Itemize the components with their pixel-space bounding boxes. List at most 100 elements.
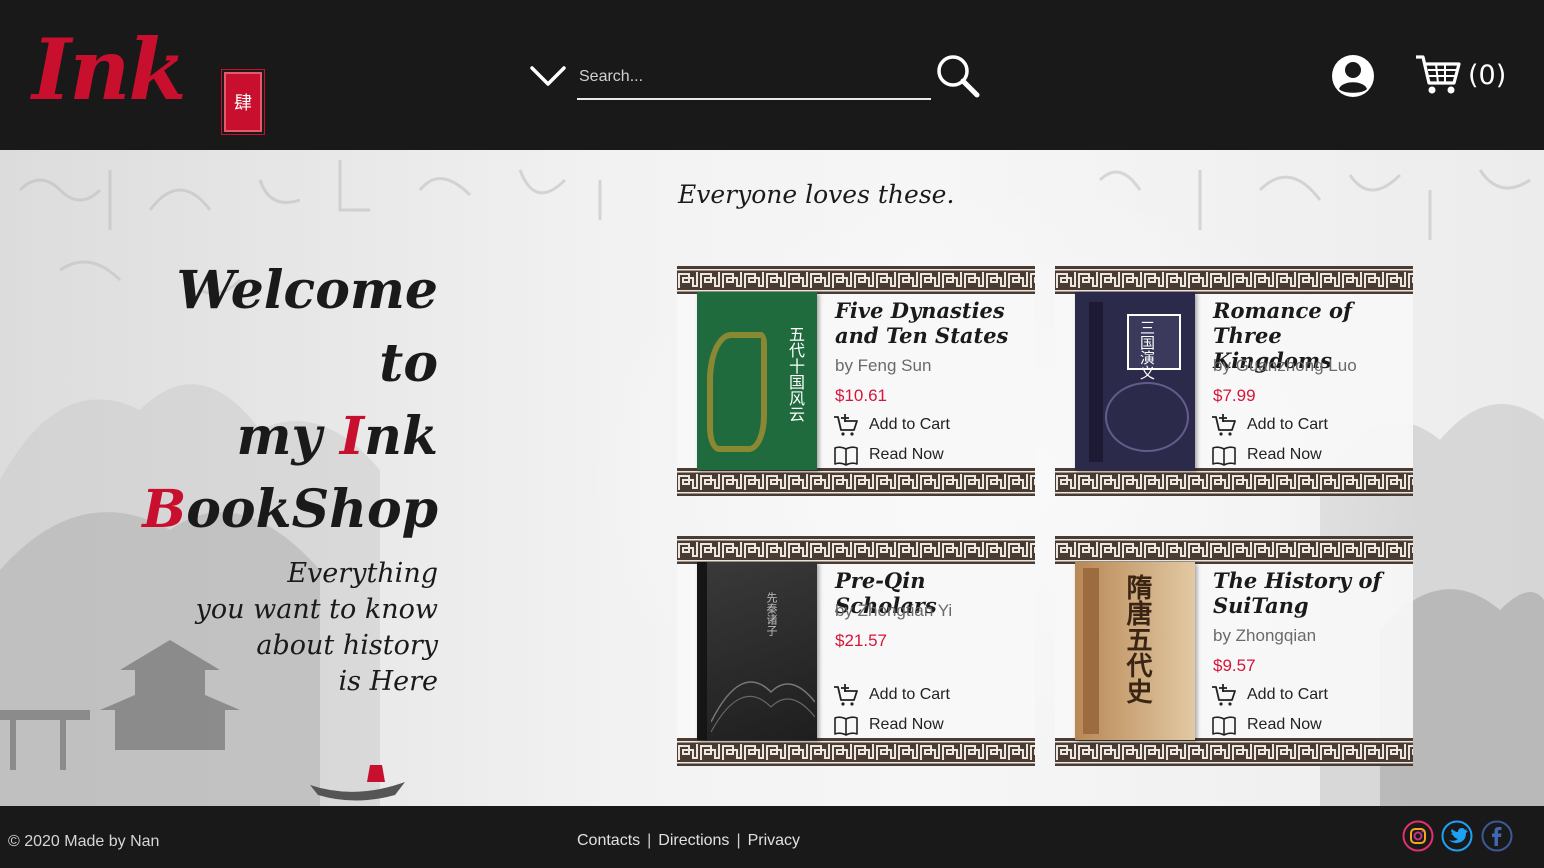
cover-spine [697, 562, 707, 740]
instagram-icon[interactable] [1402, 820, 1434, 852]
site-header: Ink 肆 (0) [0, 0, 1544, 150]
read-now-label: Read Now [1247, 716, 1322, 733]
add-to-cart-label: Add to Cart [869, 686, 950, 703]
read-now-button[interactable]: Read Now [1211, 714, 1322, 736]
book-card: 先秦诸子 Pre-Qin Scholars by Zhongtian Yi $2… [677, 536, 1035, 766]
book-title-line-1: The History of [1213, 568, 1382, 593]
cover-title: 隋唐五代史 [1122, 574, 1152, 704]
cover-spine [1089, 302, 1103, 462]
book-cover[interactable]: 五代十国风云 [697, 292, 817, 470]
read-now-label: Read Now [869, 716, 944, 733]
cover-art [707, 332, 767, 452]
twitter-icon[interactable] [1441, 820, 1473, 852]
tagline-line-4: is Here [338, 666, 438, 697]
featured-title: Everyone loves these. [678, 180, 955, 209]
footer-link-directions[interactable]: Directions [658, 832, 729, 850]
read-now-button[interactable]: Read Now [833, 444, 944, 466]
footer-link-contacts[interactable]: Contacts [577, 832, 640, 850]
book-price: $10.61 [835, 386, 887, 405]
add-to-cart-label: Add to Cart [869, 416, 950, 433]
tagline-line-1: Everything [287, 558, 438, 589]
site-logo[interactable]: Ink 肆 [30, 20, 270, 136]
footer-separator: | [647, 832, 652, 849]
book-open-icon [834, 716, 858, 736]
book-open-icon [834, 446, 858, 466]
book-author: by Zhongqian [1213, 626, 1317, 645]
search-input[interactable] [577, 56, 931, 100]
cover-art [1105, 382, 1189, 452]
add-cart-icon [834, 414, 858, 436]
book-author: by Feng Sun [835, 356, 932, 375]
logo-seal: 肆 [221, 69, 265, 135]
tagline-line-2: you want to know [195, 594, 438, 625]
cover-spine [1083, 568, 1099, 734]
cover-title: 先秦诸子 [765, 592, 778, 636]
book-title[interactable]: Five Dynasties and Ten States [835, 298, 1031, 348]
book-title-line-2: and Ten States [835, 323, 1009, 348]
add-to-cart-button[interactable]: Add to Cart [1211, 684, 1328, 706]
welcome-red-i: I [339, 406, 365, 467]
facebook-icon[interactable] [1481, 820, 1513, 852]
book-author: by Guanzhong Luo [1213, 356, 1357, 375]
tagline-line-3: about history [256, 630, 438, 661]
book-cover[interactable]: 三国演义 [1075, 292, 1195, 470]
book-open-icon [1212, 446, 1236, 466]
add-to-cart-button[interactable]: Add to Cart [833, 414, 950, 436]
search-icon[interactable] [934, 52, 982, 100]
lattice-border-top [677, 266, 1035, 294]
add-to-cart-label: Add to Cart [1247, 686, 1328, 703]
cover-title: 五代十国风云 [786, 326, 805, 422]
add-to-cart-button[interactable]: Add to Cart [833, 684, 950, 706]
book-open-icon [1212, 716, 1236, 736]
book-cover[interactable]: 先秦诸子 [697, 562, 817, 740]
site-footer: © 2020 Made by Nan Contacts | Directions… [0, 806, 1544, 868]
cart-icon [1416, 55, 1461, 94]
lattice-border-top [1055, 536, 1413, 564]
book-price: $7.99 [1213, 386, 1256, 405]
book-price: $21.57 [835, 631, 887, 650]
copyright: © 2020 Made by Nan [8, 833, 160, 850]
book-title-line-1: Romance of Three [1213, 298, 1353, 348]
read-now-label: Read Now [1247, 446, 1322, 463]
footer-links: Contacts | Directions | Privacy [577, 832, 800, 850]
welcome-line-4-post: ookShop [186, 479, 438, 540]
cover-title: 三国演义 [1138, 320, 1156, 380]
add-cart-icon [1212, 414, 1236, 436]
cart-count: (0) [1468, 59, 1507, 91]
lattice-border-bottom [677, 738, 1035, 766]
book-price: $9.57 [1213, 656, 1256, 675]
book-cover[interactable]: 隋唐五代史 [1075, 562, 1195, 740]
welcome-line-1: Welcome [176, 260, 438, 321]
main-content: Welcome to my Ink BookShop Everything yo… [0, 150, 1544, 806]
read-now-label: Read Now [869, 446, 944, 463]
cover-art [711, 681, 815, 733]
welcome-heading: Welcome to my Ink BookShop [142, 254, 438, 546]
welcome-line-3-pre: my [236, 406, 340, 467]
add-to-cart-button[interactable]: Add to Cart [1211, 414, 1328, 436]
chevron-down-icon[interactable] [528, 58, 568, 92]
cart-button[interactable]: (0) [1414, 52, 1514, 98]
book-card: 隋唐五代史 The History of SuiTang by Zhongqia… [1055, 536, 1413, 766]
add-cart-icon [834, 684, 858, 706]
lattice-border-bottom [1055, 468, 1413, 496]
logo-text: Ink [32, 20, 187, 119]
book-card: 三国演义 Romance of Three Kingdoms by Guanzh… [1055, 266, 1413, 496]
book-card: 五代十国风云 Five Dynasties and Ten States by … [677, 266, 1035, 496]
read-now-button[interactable]: Read Now [833, 714, 944, 736]
welcome-line-3-post: nk [364, 406, 438, 467]
book-title-line-1: Five Dynasties [835, 298, 1005, 323]
welcome-red-b: B [142, 479, 187, 540]
lattice-border-bottom [677, 468, 1035, 496]
footer-link-privacy[interactable]: Privacy [748, 832, 800, 850]
account-icon[interactable] [1330, 53, 1376, 99]
footer-separator: | [736, 832, 741, 849]
welcome-line-4: BookShop [142, 473, 438, 546]
book-title-line-2: SuiTang [1213, 593, 1309, 618]
read-now-button[interactable]: Read Now [1211, 444, 1322, 466]
add-cart-icon [1212, 684, 1236, 706]
lattice-border-top [1055, 266, 1413, 294]
welcome-line-3: my Ink [142, 400, 438, 473]
hero-tagline: Everything you want to know about histor… [196, 556, 438, 700]
add-to-cart-label: Add to Cart [1247, 416, 1328, 433]
book-title[interactable]: The History of SuiTang [1213, 568, 1409, 618]
